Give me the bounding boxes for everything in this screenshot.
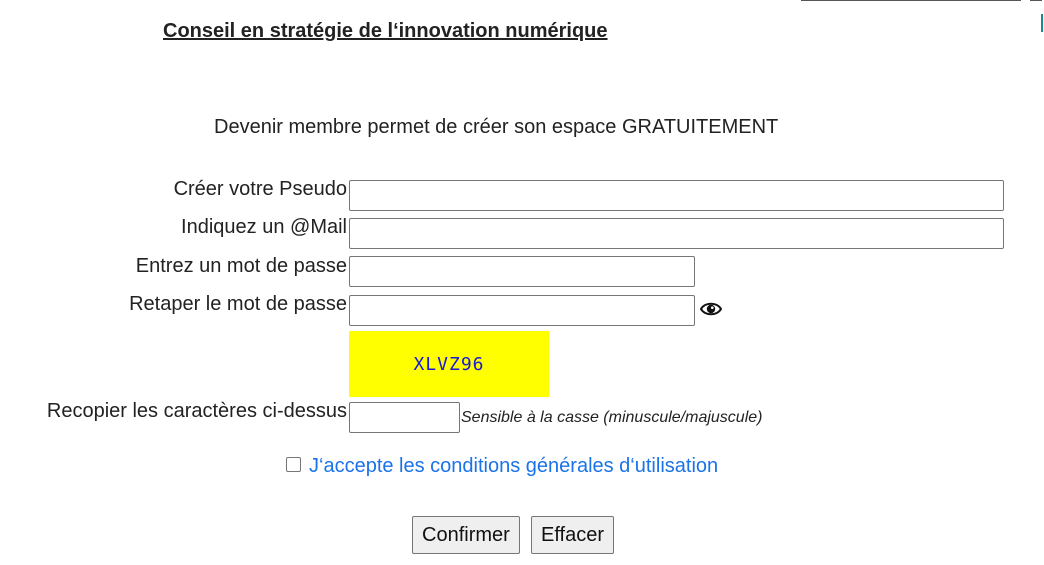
password-input[interactable] <box>349 256 695 287</box>
password-label: Entrez un mot de passe <box>135 255 347 277</box>
terms-link[interactable]: J‘accepte les conditions générales d‘uti… <box>309 455 718 478</box>
confirm-button[interactable]: Confirmer <box>412 516 520 554</box>
captcha-label: Recopier les caractères ci-dessus <box>46 400 347 422</box>
email-input[interactable] <box>349 218 1004 249</box>
reset-button[interactable]: Effacer <box>531 516 614 554</box>
terms-checkbox[interactable] <box>286 457 301 472</box>
page-title: Conseil en stratégie de l‘innovation num… <box>163 20 608 42</box>
intro-text: Devenir membre permet de créer son espac… <box>214 116 779 138</box>
pseudo-label: Créer votre Pseudo <box>173 178 347 200</box>
captcha-hint: Sensible à la casse (minuscule/majuscule… <box>461 409 763 426</box>
captcha-code: XLVZ96 <box>413 353 485 375</box>
top-corner-mark <box>1030 0 1042 1</box>
pseudo-input[interactable] <box>349 180 1004 211</box>
email-label: Indiquez un @Mail <box>181 216 347 238</box>
captcha-image: XLVZ96 <box>349 331 549 397</box>
password-confirm-input[interactable] <box>349 295 695 326</box>
password-confirm-label: Retaper le mot de passe <box>129 293 347 315</box>
captcha-input[interactable] <box>349 402 460 433</box>
scroll-edge-mark <box>1041 14 1043 32</box>
eye-icon[interactable] <box>700 300 722 318</box>
top-divider <box>801 0 1021 1</box>
